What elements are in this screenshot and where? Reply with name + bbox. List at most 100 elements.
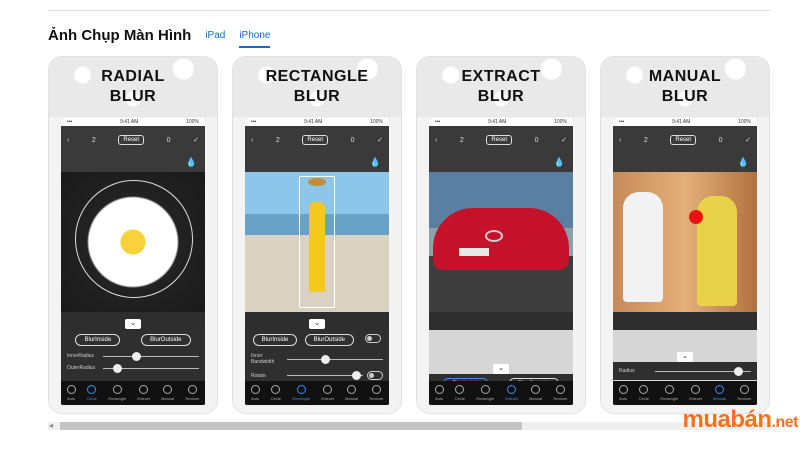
tool-manual[interactable]: Manual [345,385,358,401]
card-title-line2: BLUR [477,88,525,105]
tool-auto[interactable]: Auto [434,385,444,401]
undo-count[interactable]: 2 [644,137,648,144]
tool-label: Auto [618,396,628,401]
drop-icon[interactable]: 💧 [738,157,749,168]
tool-manual[interactable]: Manual [161,385,174,401]
pill-row: BlurInside BlurOutside [61,330,205,350]
chevron-down-icon[interactable]: ⌄ [125,319,141,329]
tool-restore[interactable]: Restore [185,385,199,401]
inner-radius-slider[interactable]: InnerRadius [61,350,205,362]
back-icon[interactable]: ‹ [435,137,437,144]
tool-manual[interactable]: Manual [529,385,542,401]
manual-icon [163,385,173,394]
tool-rectangle[interactable]: Rectangle [660,385,678,401]
scroll-left-icon[interactable]: ◂ [49,421,53,430]
chevron-down-icon[interactable]: ⌄ [309,319,325,329]
photo-red-car [429,172,573,312]
tool-extract[interactable]: Extract [505,385,518,401]
tool-label: Restore [369,396,384,401]
status-battery: 100% [186,119,199,125]
chevron-down-icon[interactable]: ⌄ [677,352,693,362]
blur-outside-button[interactable]: BlurOutside [304,334,355,346]
radius-slider[interactable]: Radius [613,362,757,380]
card-title: RECTANGLE BLUR [233,67,401,107]
check-icon[interactable]: ✓ [561,136,567,144]
tab-ipad[interactable]: iPad [205,26,225,45]
drop-icon[interactable]: 💧 [186,157,197,168]
chevron-down-icon[interactable]: ⌄ [493,364,509,374]
back-icon[interactable]: ‹ [67,137,69,144]
tool-tabbar: Auto Circle Rectangle Extract Manual Res… [61,381,205,405]
check-icon[interactable]: ✓ [193,136,199,144]
app-toolbar: ‹ 2 Reset 0 ✓ [429,126,573,154]
tool-label: Circle [638,396,650,401]
restore-icon [555,385,565,394]
drop-icon[interactable]: 💧 [370,157,381,168]
tool-rectangle[interactable]: Rectangle [476,385,494,401]
tool-auto[interactable]: Auto [66,385,76,401]
check-icon[interactable]: ✓ [745,136,751,144]
tool-label: Restore [185,396,200,401]
width-only-toggle[interactable] [365,334,382,343]
phone-screen: ••• 9:41 AM 100% ‹ 2 Reset 0 ✓ 💧 ⌄ Radius … [613,118,757,405]
slider-label: Radius [619,368,635,374]
reset-button[interactable]: Reset [302,135,329,145]
tool-extract[interactable]: Extract [137,385,150,401]
tool-extract[interactable]: Extract [321,385,334,401]
tool-rectangle[interactable]: Rectangle [292,385,310,401]
tool-circle[interactable]: Circle [87,385,97,401]
screenshot-card-rectangle[interactable]: RECTANGLE BLUR ••• 9:41 AM 100% ‹ 2 Reset … [232,56,402,414]
inner-bandwidth-slider[interactable]: Inner Bandwidth [245,350,389,368]
check-icon[interactable]: ✓ [377,136,383,144]
photo-beach-woman [245,172,389,312]
tool-rectangle[interactable]: Rectangle [108,385,126,401]
tool-circle[interactable]: Circle [639,385,649,401]
photo-couple-guitar [613,172,757,312]
scrollbar-thumb[interactable] [60,422,522,430]
tool-extract[interactable]: Extract [689,385,702,401]
undo-count[interactable]: 2 [276,137,280,144]
blur-inside-button[interactable]: BlurInside [75,334,121,346]
screenshot-card-radial[interactable]: RADIAL BLUR ••• 9:41 AM 100% ‹ 2 Reset 0 ✓… [48,56,218,414]
tool-restore[interactable]: Restore [553,385,567,401]
back-icon[interactable]: ‹ [251,137,253,144]
tool-auto[interactable]: Auto [250,385,260,401]
reset-button[interactable]: Reset [118,135,145,145]
back-icon[interactable]: ‹ [619,137,621,144]
redo-count[interactable]: 0 [535,137,539,144]
blur-inside-button[interactable]: BlurInside [252,334,298,346]
tool-manual[interactable]: Manual [713,385,726,401]
slider-knob[interactable] [131,351,141,361]
card-title-line1: RADIAL [101,68,165,85]
tool-circle[interactable]: Circle [271,385,281,401]
card-title: EXTRACT BLUR [417,67,585,107]
tool-auto[interactable]: Auto [618,385,628,401]
rectangle-icon [112,385,122,394]
reset-button[interactable]: Reset [486,135,513,145]
slider-knob[interactable] [320,354,330,364]
height-only-toggle[interactable] [367,371,383,380]
slider-knob[interactable] [351,371,361,380]
outer-radius-slider[interactable]: OuterRadius [61,362,205,374]
screenshot-card-extract[interactable]: EXTRACT BLUR ••• 9:41 AM 100% ‹ 2 Reset 0 … [416,56,586,414]
tool-circle[interactable]: Circle [455,385,465,401]
reset-button[interactable]: Reset [670,135,697,145]
drop-icon[interactable]: 💧 [554,157,565,168]
slider-knob[interactable] [733,366,743,376]
tab-iphone[interactable]: iPhone [239,26,271,48]
redo-count[interactable]: 0 [167,137,171,144]
undo-count[interactable]: 2 [460,137,464,144]
redo-count[interactable]: 0 [351,137,355,144]
undo-count[interactable]: 2 [92,137,96,144]
rectangle-icon [296,385,306,394]
slider-knob[interactable] [112,363,122,373]
tool-restore[interactable]: Restore [737,385,751,401]
tool-label: Restore [553,396,568,401]
redo-count[interactable]: 0 [719,137,723,144]
rectangle-icon [480,385,490,394]
card-title-line1: EXTRACT [461,68,541,85]
blur-outside-button[interactable]: BlurOutside [141,334,191,346]
screenshot-card-manual[interactable]: MANUAL BLUR ••• 9:41 AM 100% ‹ 2 Reset 0 ✓… [600,56,770,414]
tool-label: Circle [270,396,282,401]
tool-restore[interactable]: Restore [369,385,383,401]
